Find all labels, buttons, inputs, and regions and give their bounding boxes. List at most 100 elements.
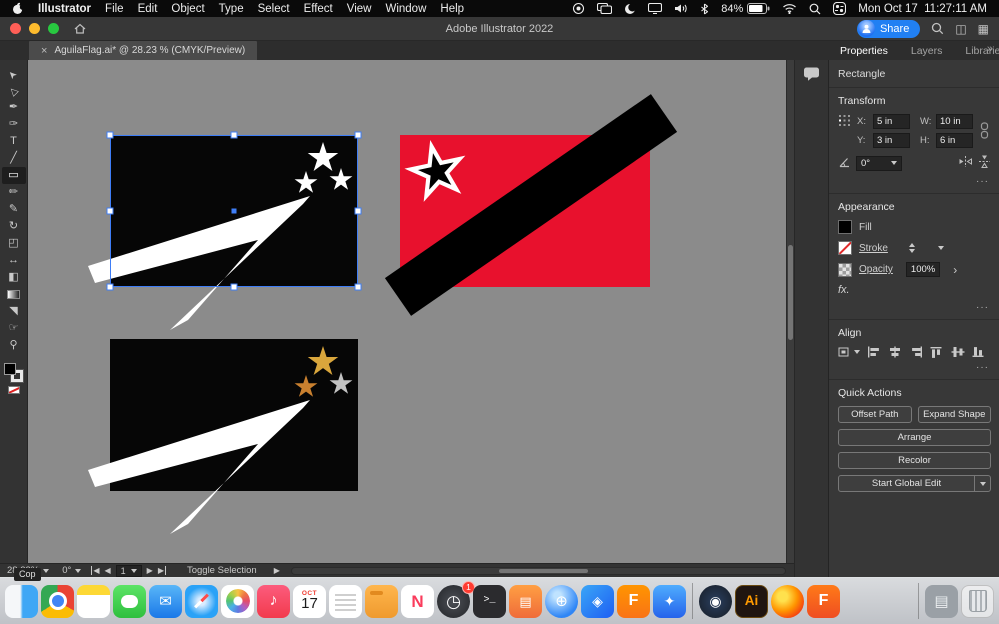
none-swatch-icon[interactable]: [7, 386, 20, 394]
fill-swatch[interactable]: [838, 220, 852, 234]
tab-libraries[interactable]: Libraries: [961, 43, 999, 59]
start-global-edit-button[interactable]: Start Global Edit: [838, 475, 991, 492]
stroke-swatch[interactable]: [838, 241, 852, 255]
align-bottom-icon[interactable]: [972, 346, 986, 358]
fill-indicator[interactable]: [4, 363, 16, 375]
focus-moon-icon[interactable]: [624, 2, 637, 15]
dock-safari[interactable]: [185, 584, 218, 618]
workspace-switcher-icon[interactable]: ▦: [978, 23, 989, 35]
avatar[interactable]: [857, 20, 875, 37]
menu-window[interactable]: Window: [385, 3, 426, 15]
align-more-options[interactable]: ···: [838, 363, 989, 373]
dock-notes[interactable]: [77, 584, 110, 618]
direct-selection-tool[interactable]: ▷: [2, 82, 26, 99]
vertical-scrollbar[interactable]: [786, 60, 794, 563]
dock-chrome[interactable]: [41, 584, 74, 618]
menu-effect[interactable]: Effect: [304, 3, 333, 15]
flip-vertical-icon[interactable]: [978, 154, 991, 172]
transform-more-options[interactable]: ···: [838, 177, 989, 187]
width-tool[interactable]: ↔: [2, 252, 26, 269]
display-mirror-icon[interactable]: [597, 3, 613, 14]
dock-globe[interactable]: ⊕: [545, 584, 578, 618]
scale-tool[interactable]: ◰: [2, 235, 26, 252]
menu-type[interactable]: Type: [219, 3, 244, 15]
rectangle-tool[interactable]: ▭: [1, 167, 26, 184]
appearance-more-options[interactable]: ···: [838, 303, 989, 313]
stroke-label[interactable]: Stroke: [859, 243, 888, 254]
status-play-icon[interactable]: ▶: [274, 566, 280, 575]
align-to-icon[interactable]: [838, 346, 860, 358]
status-toggle-label[interactable]: Toggle Selection: [187, 565, 257, 576]
menubar-app-name[interactable]: Illustrator: [38, 3, 91, 15]
eyedropper-tool[interactable]: ◥: [2, 303, 26, 320]
y-input[interactable]: [873, 133, 910, 148]
dock-illustrator[interactable]: Ai: [735, 584, 768, 618]
screen-record-icon[interactable]: [572, 2, 585, 15]
gradient-tool[interactable]: [2, 286, 26, 303]
control-center-icon[interactable]: [833, 2, 847, 15]
expand-shape-button[interactable]: Expand Shape: [917, 406, 991, 423]
dock-steam[interactable]: ◉: [699, 584, 732, 618]
battery-indicator[interactable]: 84%: [721, 3, 770, 15]
pencil-tool[interactable]: ✎: [2, 201, 26, 218]
dock-firefox[interactable]: [771, 584, 804, 618]
dock-stacks[interactable]: ▤: [925, 584, 958, 618]
tab-close-icon[interactable]: ×: [41, 45, 47, 57]
next-artboard-icon[interactable]: ▶: [147, 566, 153, 575]
wifi-icon[interactable]: [782, 3, 797, 14]
menubar-clock[interactable]: Mon Oct 17 11:27:11 AM: [858, 3, 987, 15]
x-input[interactable]: [873, 114, 910, 129]
curvature-tool[interactable]: ✑: [2, 116, 26, 133]
hand-tool[interactable]: ☞: [2, 320, 26, 337]
h-input[interactable]: [936, 133, 973, 148]
menu-view[interactable]: View: [347, 3, 372, 15]
vertical-scrollbar-thumb[interactable]: [788, 245, 793, 340]
align-middle-vertical-icon[interactable]: [951, 346, 965, 358]
app-search-icon[interactable]: [931, 22, 944, 35]
menu-select[interactable]: Select: [258, 3, 290, 15]
dock-terminal[interactable]: >_: [473, 584, 506, 618]
share-button[interactable]: Share: [856, 19, 921, 38]
dock-messages[interactable]: [113, 584, 146, 618]
artboard-navigation-select[interactable]: 1: [115, 564, 142, 577]
dock-app-f[interactable]: F: [617, 584, 650, 618]
horizontal-scrollbar[interactable]: [290, 566, 786, 575]
dock-books[interactable]: ▤: [509, 584, 542, 618]
canvas[interactable]: [28, 60, 786, 563]
horizontal-scrollbar-thumb[interactable]: [498, 568, 588, 573]
dock-calendar[interactable]: OCT 17: [293, 584, 326, 618]
comments-panel-icon[interactable]: [803, 66, 821, 577]
type-tool[interactable]: T: [2, 133, 26, 150]
opacity-value[interactable]: 100%: [905, 262, 941, 277]
selection-tool[interactable]: ➤: [2, 65, 26, 82]
offset-path-button[interactable]: Offset Path: [838, 406, 912, 423]
tab-properties[interactable]: Properties: [836, 43, 892, 59]
align-center-horizontal-icon[interactable]: [888, 346, 902, 358]
shape-builder-tool[interactable]: ◧: [2, 269, 26, 286]
display-icon[interactable]: [648, 3, 663, 14]
fill-stroke-indicator[interactable]: [4, 363, 23, 382]
bluetooth-icon[interactable]: [700, 3, 709, 15]
pen-tool[interactable]: ✒: [2, 99, 26, 116]
opacity-label[interactable]: Opacity: [859, 264, 893, 275]
line-segment-tool[interactable]: ╱: [2, 150, 26, 167]
dock-finder[interactable]: [5, 584, 38, 618]
menu-object[interactable]: Object: [171, 3, 204, 15]
dock-music[interactable]: ♪: [257, 584, 290, 618]
previous-artboard-icon[interactable]: ◀: [104, 566, 110, 575]
dock-app-blue[interactable]: ✦: [653, 584, 686, 618]
dock-photos[interactable]: [221, 584, 254, 618]
recolor-button[interactable]: Recolor: [838, 452, 991, 469]
menu-help[interactable]: Help: [440, 3, 464, 15]
stroke-weight-stepper[interactable]: [908, 243, 915, 253]
rotation-select[interactable]: 0°: [856, 155, 902, 171]
apple-menu-icon[interactable]: [12, 2, 24, 15]
menu-file[interactable]: File: [105, 3, 124, 15]
effects-button[interactable]: fx.: [838, 284, 850, 296]
dock-clock[interactable]: ◷ 1: [437, 580, 475, 618]
w-input[interactable]: [936, 114, 973, 129]
flip-horizontal-icon[interactable]: [958, 155, 973, 171]
panel-collapse-icon[interactable]: »: [987, 43, 993, 55]
rotate-tool[interactable]: ↻: [2, 218, 26, 235]
home-icon[interactable]: [73, 22, 87, 35]
